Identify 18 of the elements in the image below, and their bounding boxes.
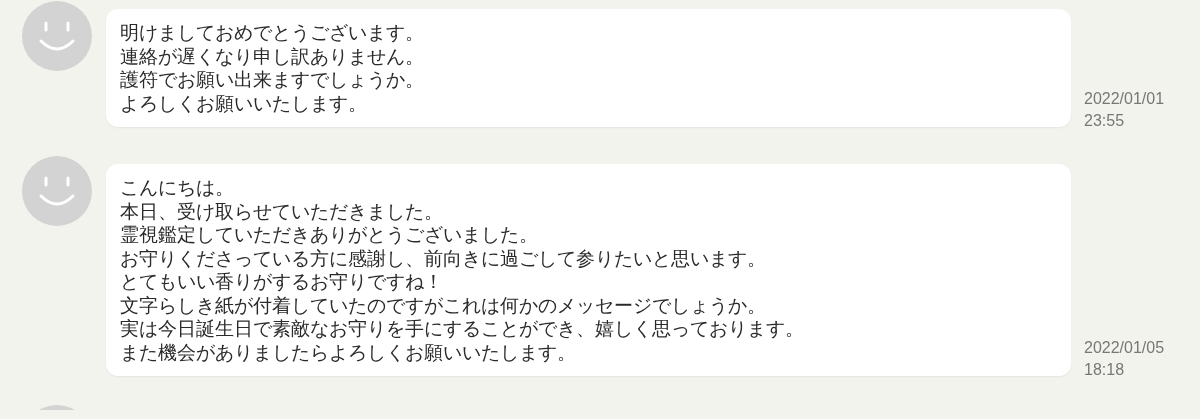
message-line: こんにちは。: [120, 176, 235, 200]
message-line: よろしくお願いいたします。: [120, 91, 368, 115]
message-line: お守りくださっている方に感謝し、前向きに過ごして参りたいと思います。: [120, 246, 767, 270]
message-time: 18:18: [1084, 360, 1126, 380]
message-line: 連絡が遅くなり申し訳ありません。: [120, 44, 425, 68]
message-line: 本日、受け取らせていただきました。: [120, 199, 444, 223]
avatar-smiley-icon: [22, 156, 92, 226]
avatar-smiley-icon: [22, 1, 92, 71]
message-line: 文字らしき紙が付着していたのですがこれは何かのメッセージでしょうか。: [120, 293, 767, 317]
message-date: 2022/01/01: [1084, 89, 1165, 109]
message-date: 2022/01/05: [1084, 338, 1165, 358]
message-line: 明けましておめでとうございます。: [120, 21, 425, 45]
message-line: とてもいい香りがするお守りですね！: [120, 270, 444, 294]
message-line: 実は今日誕生日で素敵なお守りを手にすることができ、嬉しく思っております。: [120, 317, 805, 341]
message-time: 23:55: [1084, 111, 1126, 131]
message-line: 霊視鑑定していただきありがとうございました。: [120, 223, 539, 247]
message-line: 護符でお願い出来ますでしょうか。: [120, 68, 425, 92]
message-line: また機会がありましたらよろしくお願いいたします。: [120, 340, 577, 364]
